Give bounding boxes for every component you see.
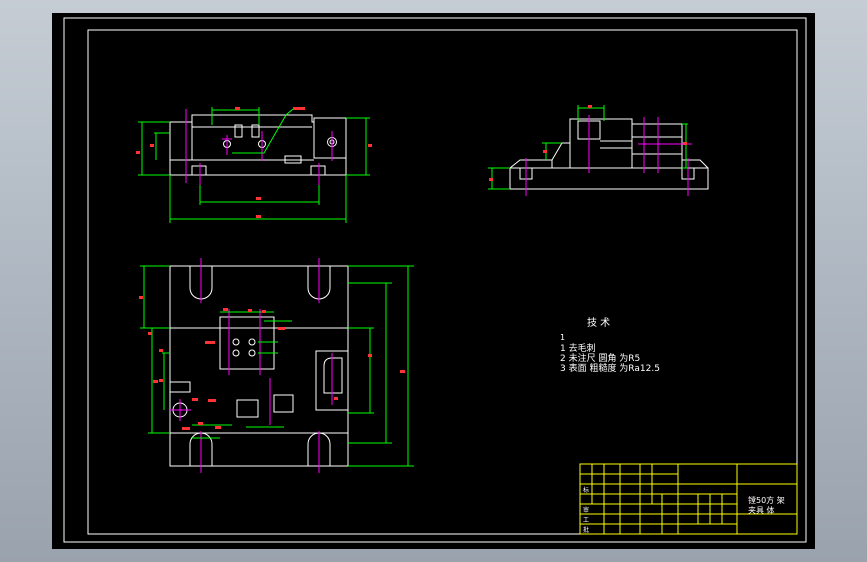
technical-notes: 技 术 1 1 去毛刺 2 未注尺 圆角 为R5 3 表面 粗糙度 为Ra12.…	[560, 316, 660, 374]
notes-heading: 技 术	[587, 316, 610, 329]
notes-line: 1 去毛刺	[560, 342, 596, 354]
titleblock-label: 标	[583, 486, 589, 494]
titleblock-label: 批	[583, 526, 589, 534]
title-block: 标 审 工 批 镗50方 架 夹具 体	[579, 463, 798, 535]
drawing-title: 镗50方 架	[748, 495, 785, 505]
cad-drawing: 技 术 1 1 去毛刺 2 未注尺 圆角 为R5 3 表面 粗糙度 为Ra12.…	[63, 17, 807, 543]
notes-line: 3 表面 粗糙度 为Ra12.5	[560, 362, 660, 374]
side-view	[488, 105, 709, 196]
drawing-subtitle: 夹具 体	[748, 505, 775, 515]
top-view	[139, 258, 414, 473]
drawing-frame	[63, 17, 807, 543]
front-view	[136, 107, 372, 223]
notes-line: 2 未注尺 圆角 为R5	[560, 352, 640, 364]
titleblock-label: 工	[583, 517, 589, 524]
cad-viewport[interactable]: 技 术 1 1 去毛刺 2 未注尺 圆角 为R5 3 表面 粗糙度 为Ra12.…	[52, 13, 815, 549]
notes-line: 1	[560, 333, 565, 342]
titleblock-label: 审	[583, 506, 589, 514]
